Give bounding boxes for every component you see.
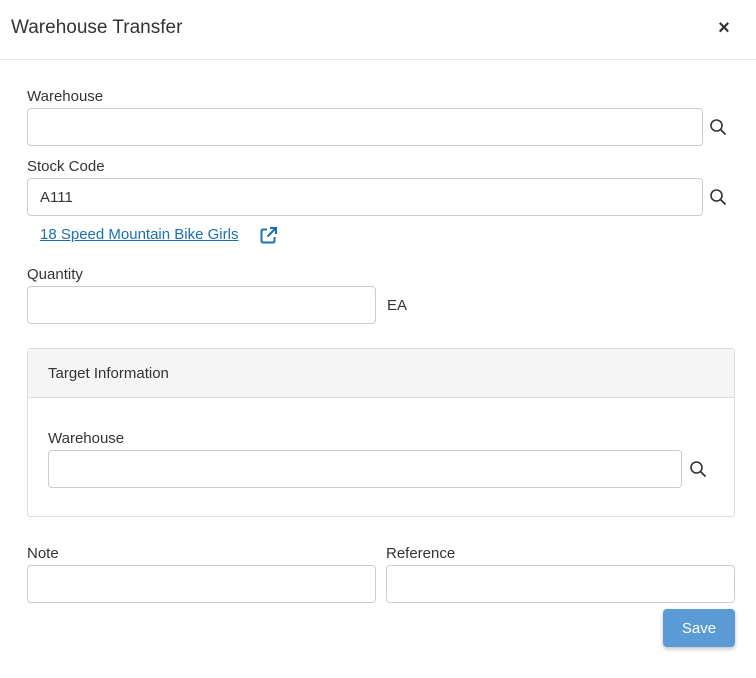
quantity-input[interactable]: [27, 286, 376, 324]
stock-code-search-button[interactable]: [706, 185, 730, 209]
dialog-header: Warehouse Transfer ×: [0, 0, 756, 60]
target-warehouse-search-button[interactable]: [686, 457, 710, 481]
target-warehouse-input[interactable]: [48, 450, 682, 488]
reference-label: Reference: [386, 545, 456, 562]
close-icon: ×: [718, 17, 730, 39]
search-icon: [710, 189, 726, 205]
search-icon: [690, 461, 706, 477]
panel-header: Target Information: [28, 349, 734, 398]
quantity-label: Quantity: [27, 266, 83, 283]
dialog-title: Warehouse Transfer: [11, 17, 183, 38]
reference-input[interactable]: [386, 565, 735, 603]
close-button[interactable]: ×: [712, 16, 736, 40]
stock-code-label: Stock Code: [27, 158, 105, 175]
warehouse-label: Warehouse: [27, 88, 104, 105]
target-warehouse-label: Warehouse: [48, 430, 125, 447]
panel-title: Target Information: [48, 365, 169, 382]
note-input[interactable]: [27, 565, 376, 603]
stock-description-link[interactable]: 18 Speed Mountain Bike Girls: [40, 226, 238, 243]
search-icon: [710, 119, 726, 135]
warehouse-search-button[interactable]: [706, 115, 730, 139]
target-information-panel: Target Information Warehouse: [27, 348, 735, 517]
external-link-icon[interactable]: [259, 226, 278, 245]
warehouse-input[interactable]: [27, 108, 703, 146]
save-button[interactable]: Save: [663, 609, 735, 647]
stock-code-input[interactable]: [27, 178, 703, 216]
note-label: Note: [27, 545, 59, 562]
unit-label: EA: [387, 297, 408, 314]
